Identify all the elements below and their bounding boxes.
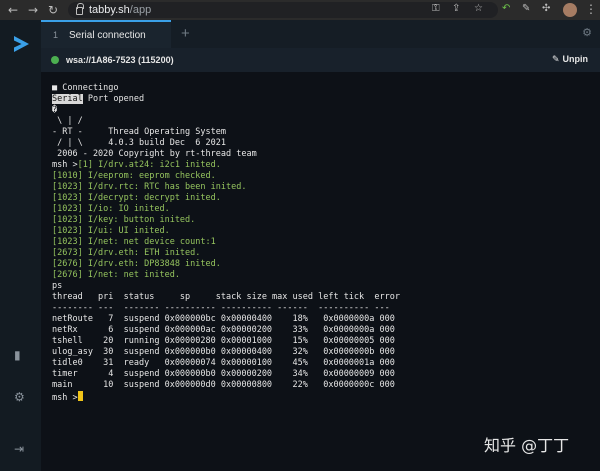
terminal-line: [1010] I/eeprom: eeprom checked. [52, 171, 216, 181]
terminal-line: [1023] I/ui: UI inited. [52, 226, 170, 236]
browser-menu-icon[interactable]: ⋮ [585, 2, 597, 16]
terminal-line: tidle0 31 ready 0x00000074 0x00000100 45… [52, 358, 395, 368]
terminal-line: tshell 20 running 0x00000280 0x00001000 … [52, 336, 395, 346]
new-tab-icon[interactable]: + [181, 25, 190, 42]
reload-icon[interactable]: ↻ [46, 3, 60, 17]
terminal-line: netRx 6 suspend 0x000000ac 0x00000200 33… [52, 325, 395, 335]
pin-icon: ✎ [551, 55, 560, 65]
terminal-line: [1023] I/net: net device count:1 [52, 237, 216, 247]
document-icon[interactable]: ▮ [14, 348, 21, 362]
gear-icon[interactable]: ⚙ [582, 26, 592, 39]
terminal-line: \ | / [52, 116, 83, 126]
terminal-line: ps [52, 281, 63, 291]
terminal-line: [1023] I/io: IO inited. [52, 204, 170, 214]
unpin-button[interactable]: ✎ Unpin [552, 54, 588, 65]
tab-title: Serial connection [69, 29, 146, 41]
star-icon[interactable]: ☆ [474, 3, 483, 14]
avatar[interactable] [563, 3, 577, 17]
back-icon[interactable]: ← [6, 3, 20, 17]
forward-icon[interactable]: → [26, 3, 40, 17]
connected-status-icon [51, 56, 59, 64]
logout-icon[interactable]: ⇥ [14, 442, 24, 456]
lock-icon [76, 3, 84, 15]
url-text: tabby.sh/app [89, 4, 152, 16]
terminal-line: -------- --- ------- ---------- --------… [52, 303, 390, 313]
extension-undo-icon[interactable]: ↶ [502, 3, 510, 14]
terminal-line: - RT - Thread Operating System [52, 127, 226, 137]
terminal-line: [1023] I/drv.rtc: RTC has been inited. [52, 182, 247, 192]
terminal-line: / | \ 4.0.3 build Dec 6 2021 [52, 138, 226, 148]
connection-label: wsa://1A86-7523 (115200) [66, 55, 174, 65]
terminal-line: [1023] I/decrypt: decrypt inited. [52, 193, 221, 203]
app-sidebar: ▮ ⚙ ⇥ [0, 20, 41, 471]
terminal-line: [2676] I/drv.eth: DP83848 inited. [52, 259, 221, 269]
terminal-line: ulog_asy 30 suspend 0x000000b0 0x0000040… [52, 347, 395, 357]
terminal-line: timer 4 suspend 0x000000b0 0x00000200 34… [52, 369, 395, 379]
terminal-line: thread pri status sp stack size max used… [52, 292, 400, 302]
connection-bar: wsa://1A86-7523 (115200) ✎ Unpin [41, 48, 600, 72]
terminal-line: � [52, 105, 58, 115]
terminal-line: [2676] I/net: net inited. [52, 270, 180, 280]
highlighted-label: Serial [52, 94, 83, 104]
extensions-icon[interactable]: ✣ [542, 3, 550, 14]
color-picker-icon[interactable]: ✎ [522, 3, 530, 14]
browser-toolbar: ← → ↻ tabby.sh/app ⚿ ⇪ ☆ ↶ ✎ ✣ ⋮ [0, 0, 600, 20]
terminal-line: netRoute 7 suspend 0x000000bc 0x00000400… [52, 314, 395, 324]
share-icon[interactable]: ⇪ [452, 3, 460, 14]
terminal-output[interactable]: ■ Connectingo Serial Port opened � \ | / - … [41, 72, 600, 471]
terminal-line: msh >[1] I/drv.at24: i2c1 inited. [52, 160, 221, 170]
terminal-line: [2673] I/drv.eth: ETH inited. [52, 248, 201, 258]
tab-serial-connection[interactable]: 1 Serial connection [41, 20, 171, 48]
terminal-line: [1023] I/key: button inited. [52, 215, 196, 225]
terminal-line: main 10 suspend 0x000000d0 0x00000800 22… [52, 380, 395, 390]
watermark: 知乎 @丁丁 [484, 436, 570, 455]
terminal-line: msh > [52, 391, 600, 403]
terminal-line: ■ Connectingo [52, 83, 119, 93]
tab-bar: 1 Serial connection + ⚙ [41, 20, 600, 48]
terminal-line: 2006 - 2020 Copyright by rt-thread team [52, 149, 257, 159]
terminal-cursor [77, 391, 83, 401]
settings-icon[interactable]: ⚙ [14, 390, 25, 404]
tab-number: 1 [53, 30, 59, 40]
terminal-line: Serial Port opened [52, 94, 145, 104]
tabby-logo-icon[interactable] [12, 35, 30, 53]
key-icon[interactable]: ⚿ [432, 3, 440, 14]
